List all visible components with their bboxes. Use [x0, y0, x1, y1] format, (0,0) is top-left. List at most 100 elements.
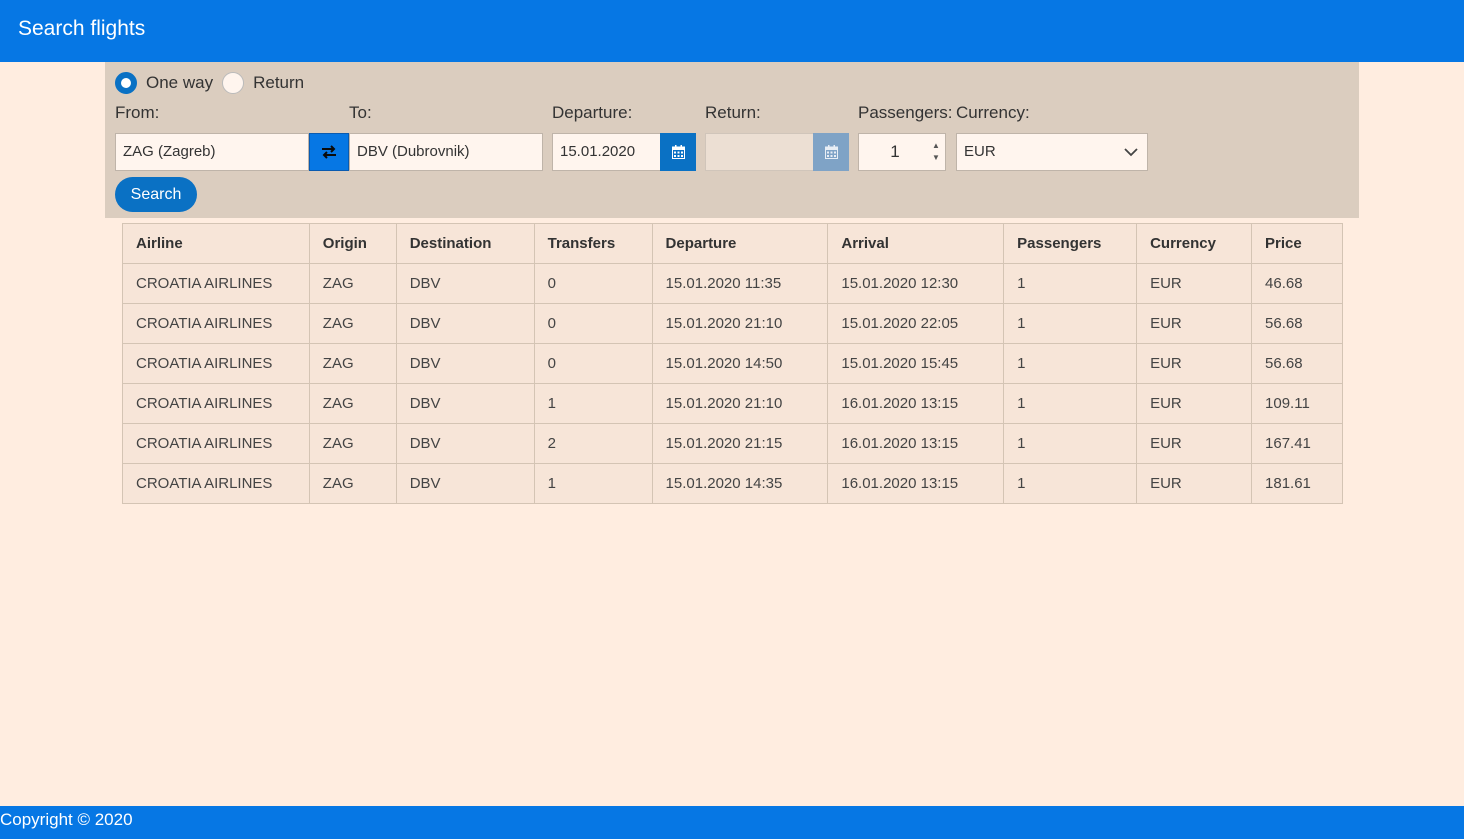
departure-calendar-button[interactable]: [660, 133, 696, 171]
from-input[interactable]: ZAG (Zagreb): [115, 133, 309, 171]
table-cell: 16.01.2020 13:15: [827, 423, 1005, 464]
table-cell: 15.01.2020 22:05: [827, 303, 1005, 344]
calendar-icon: [671, 145, 685, 159]
table-cell: EUR: [1136, 303, 1253, 344]
table-cell: 109.11: [1251, 383, 1343, 424]
table-row[interactable]: CROATIA AIRLINES ZAG DBV 0 15.01.2020 21…: [122, 303, 1343, 344]
to-label: To:: [349, 103, 372, 122]
column-header[interactable]: Origin: [308, 223, 397, 264]
table-cell: 0: [533, 303, 653, 344]
table-cell: 16.01.2020 13:15: [827, 383, 1005, 424]
table-cell: 2: [533, 423, 653, 464]
table-cell: 15.01.2020 21:15: [651, 423, 829, 464]
table-cell: EUR: [1136, 383, 1253, 424]
table-row[interactable]: CROATIA AIRLINES ZAG DBV 0 15.01.2020 11…: [122, 263, 1343, 304]
table-cell: 0: [533, 343, 653, 384]
table-cell: 1: [533, 463, 653, 504]
results-table: Airline Origin Destination Transfers Dep…: [122, 223, 1343, 504]
table-cell: ZAG: [308, 383, 397, 424]
return-date-input[interactable]: [705, 133, 814, 171]
table-cell: 15.01.2020 21:10: [651, 383, 829, 424]
trip-type-group: One way Return: [115, 71, 313, 95]
one-way-label[interactable]: One way: [146, 73, 213, 93]
currency-select[interactable]: EUR: [956, 133, 1148, 171]
table-cell: ZAG: [308, 423, 397, 464]
table-cell: 1: [533, 383, 653, 424]
column-header[interactable]: Arrival: [827, 223, 1005, 264]
search-panel: One way Return From: To: Departure: Retu…: [105, 62, 1359, 218]
table-cell: CROATIA AIRLINES: [122, 303, 310, 344]
table-cell: EUR: [1136, 423, 1253, 464]
table-cell: 1: [1003, 303, 1138, 344]
currency-value: EUR: [964, 143, 996, 160]
column-header[interactable]: Departure: [651, 223, 829, 264]
table-cell: EUR: [1136, 463, 1253, 504]
top-bar: Search flights: [0, 0, 1464, 62]
table-cell: DBV: [395, 263, 535, 304]
table-cell: ZAG: [308, 463, 397, 504]
passengers-stepper[interactable]: 1 ▲ ▼: [858, 133, 946, 171]
table-cell: 1: [1003, 263, 1138, 304]
table-cell: 16.01.2020 13:15: [827, 463, 1005, 504]
table-cell: DBV: [395, 303, 535, 344]
table-cell: 181.61: [1251, 463, 1343, 504]
table-cell: CROATIA AIRLINES: [122, 343, 310, 384]
table-cell: 15.01.2020 21:10: [651, 303, 829, 344]
column-header[interactable]: Passengers: [1003, 223, 1138, 264]
table-cell: 1: [1003, 423, 1138, 464]
copyright-text: Copyright © 2020: [0, 810, 133, 829]
from-label: From:: [115, 103, 160, 122]
chevron-down-icon: [1124, 148, 1138, 157]
table-cell: ZAG: [308, 303, 397, 344]
table-cell: DBV: [395, 383, 535, 424]
footer: Copyright © 2020: [0, 806, 1464, 839]
table-cell: ZAG: [308, 263, 397, 304]
passengers-value: 1: [890, 142, 900, 161]
table-cell: CROATIA AIRLINES: [122, 423, 310, 464]
stepper-down-icon[interactable]: ▼: [932, 153, 940, 163]
swap-button[interactable]: [309, 133, 349, 171]
table-cell: 1: [1003, 383, 1138, 424]
return-radio[interactable]: [222, 72, 245, 94]
table-cell: 56.68: [1251, 303, 1343, 344]
return-calendar-button[interactable]: [813, 133, 849, 171]
table-cell: CROATIA AIRLINES: [122, 383, 310, 424]
page-title: Search flights: [18, 17, 146, 40]
one-way-radio[interactable]: [115, 72, 137, 94]
stepper-up-icon[interactable]: ▲: [932, 141, 940, 151]
table-row[interactable]: CROATIA AIRLINES ZAG DBV 1 15.01.2020 21…: [122, 383, 1343, 424]
departure-label: Departure:: [552, 103, 633, 122]
column-header[interactable]: Currency: [1136, 223, 1253, 264]
search-button[interactable]: Search: [115, 177, 197, 212]
table-cell: 1: [1003, 463, 1138, 504]
passengers-label: Passengers:: [858, 103, 953, 122]
return-label-field: Return:: [705, 103, 761, 122]
table-cell: EUR: [1136, 263, 1253, 304]
table-cell: 1: [1003, 343, 1138, 384]
stepper-arrows[interactable]: ▲ ▼: [931, 141, 941, 163]
table-cell: CROATIA AIRLINES: [122, 463, 310, 504]
departure-input[interactable]: 15.01.2020: [552, 133, 661, 171]
table-cell: 46.68: [1251, 263, 1343, 304]
table-cell: EUR: [1136, 343, 1253, 384]
column-header[interactable]: Airline: [122, 223, 310, 264]
table-row[interactable]: CROATIA AIRLINES ZAG DBV 0 15.01.2020 14…: [122, 343, 1343, 384]
table-cell: 15.01.2020 15:45: [827, 343, 1005, 384]
table-header-row: Airline Origin Destination Transfers Dep…: [122, 223, 1343, 264]
table-cell: 0: [533, 263, 653, 304]
swap-arrows-icon: [322, 145, 336, 159]
table-row[interactable]: CROATIA AIRLINES ZAG DBV 2 15.01.2020 21…: [122, 423, 1343, 464]
currency-label: Currency:: [956, 103, 1030, 122]
table-cell: 15.01.2020 14:35: [651, 463, 829, 504]
table-cell: CROATIA AIRLINES: [122, 263, 310, 304]
table-row[interactable]: CROATIA AIRLINES ZAG DBV 1 15.01.2020 14…: [122, 463, 1343, 504]
table-cell: 167.41: [1251, 423, 1343, 464]
column-header[interactable]: Destination: [395, 223, 535, 264]
column-header[interactable]: Transfers: [533, 223, 653, 264]
table-cell: 15.01.2020 14:50: [651, 343, 829, 384]
table-cell: DBV: [395, 463, 535, 504]
return-label[interactable]: Return: [253, 73, 304, 93]
to-input[interactable]: DBV (Dubrovnik): [349, 133, 543, 171]
table-cell: DBV: [395, 423, 535, 464]
column-header[interactable]: Price: [1251, 223, 1343, 264]
